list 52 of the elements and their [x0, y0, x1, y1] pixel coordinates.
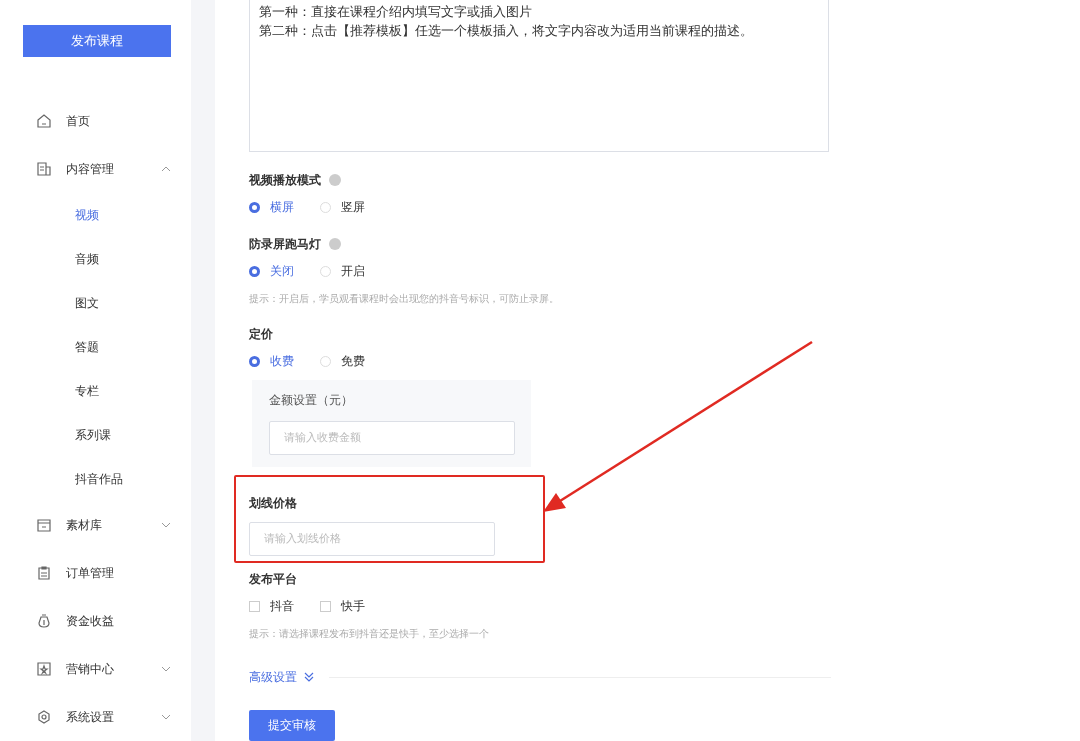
- field-label: 定价: [249, 325, 273, 343]
- sidebar-subitem[interactable]: 答题: [0, 325, 191, 370]
- description-text: 第二种：点击【推荐模板】任选一个模板插入，将文字内容改为适用当前课程的描述。: [259, 22, 754, 40]
- double-chevron-icon: [304, 672, 314, 682]
- publish-course-button[interactable]: 发布课程: [23, 25, 171, 58]
- description-editor[interactable]: 第一种：直接在课程介绍内填写文字或插入图片 第二种：点击【推荐模板】任选一个模板插入，将文字内容改为适用当前课程的描述。: [249, 0, 829, 152]
- radio-button[interactable]: [249, 201, 260, 213]
- help-icon[interactable]: [329, 174, 341, 187]
- field-label: 视频播放模式: [249, 171, 321, 189]
- description-text: 第一种：直接在课程介绍内填写文字或插入图片: [259, 3, 533, 21]
- menu-icon: [36, 161, 52, 178]
- radio-label: 关闭: [270, 262, 294, 280]
- field-label: 防录屏跑马灯: [249, 235, 321, 253]
- radio-label: 竖屏: [341, 198, 365, 216]
- menu-icon: [36, 517, 52, 534]
- advanced-settings-link[interactable]: 高级设置: [249, 668, 297, 686]
- radio-button[interactable]: [249, 355, 260, 367]
- amount-input[interactable]: 请输入收费金额: [269, 420, 515, 455]
- radio-label: 横屏: [270, 198, 294, 216]
- checkbox-label: 快手: [341, 597, 365, 615]
- menu-icon: [36, 613, 52, 630]
- field-label: 发布平台: [249, 570, 298, 588]
- radio-label: 免费: [341, 352, 365, 370]
- sidebar-item[interactable]: 系统设置: [0, 693, 191, 741]
- checkbox-label: 抖音: [270, 597, 294, 615]
- sidebar-subitem[interactable]: 图文: [0, 281, 191, 326]
- sidebar-subitem[interactable]: 视频: [0, 193, 191, 238]
- field-label: 金额设置（元）: [269, 391, 354, 409]
- sidebar-item[interactable]: 素材库: [0, 501, 191, 550]
- sidebar-item[interactable]: 资金收益: [0, 597, 191, 646]
- checkbox[interactable]: [320, 600, 331, 612]
- checkbox[interactable]: [249, 600, 260, 612]
- radio-button[interactable]: [249, 265, 260, 277]
- menu-icon: [36, 113, 52, 130]
- radio-label: 开启: [341, 262, 365, 280]
- field-label: 划线价格: [249, 494, 298, 512]
- sidebar-subitem[interactable]: 音频: [0, 237, 191, 282]
- sidebar-item[interactable]: 首页: [0, 97, 191, 146]
- sidebar-item[interactable]: 内容管理: [0, 145, 191, 194]
- menu-icon: [36, 565, 52, 582]
- strike-price-input[interactable]: 请输入划线价格: [249, 521, 495, 556]
- hint-text: 提示：开启后，学员观看课程时会出现您的抖音号标识，可防止录屏。: [249, 291, 560, 306]
- sidebar-item[interactable]: 营销中心: [0, 645, 191, 694]
- sidebar-item[interactable]: 订单管理: [0, 549, 191, 598]
- sidebar-subitem[interactable]: 专栏: [0, 369, 191, 414]
- submit-button[interactable]: 提交审核: [249, 709, 335, 741]
- menu-icon: [36, 709, 52, 726]
- radio-label: 收费: [270, 352, 294, 370]
- sidebar-subitem[interactable]: 抖音作品: [0, 457, 191, 502]
- menu-icon: [36, 661, 52, 678]
- sidebar-subitem[interactable]: 系列课: [0, 413, 191, 458]
- help-icon[interactable]: [329, 238, 341, 251]
